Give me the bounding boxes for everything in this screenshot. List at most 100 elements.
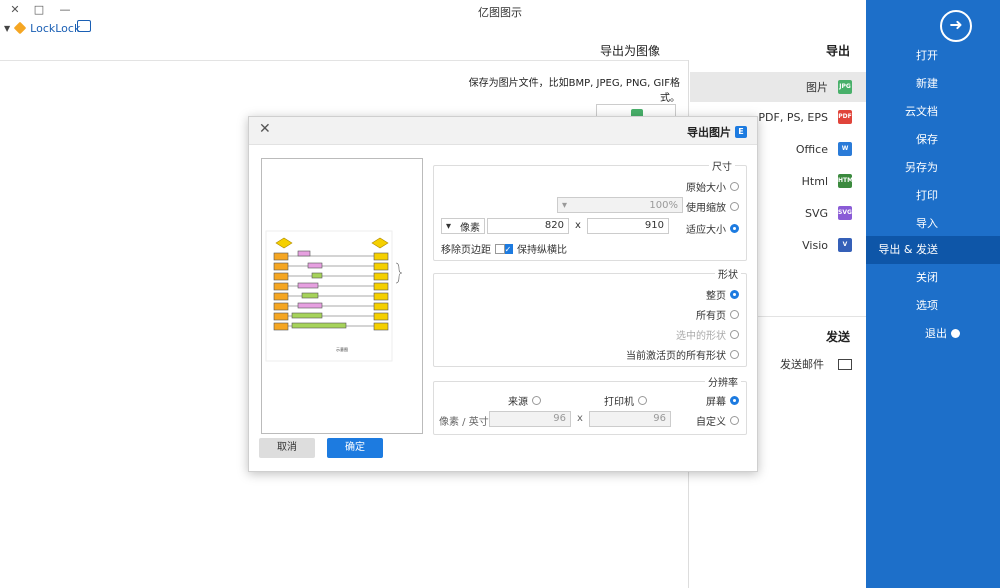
back-arrow-icon[interactable]: ➜: [940, 10, 972, 42]
dpi-unit-label: 像素 / 英寸: [439, 417, 489, 428]
radio-circle: [532, 396, 541, 405]
exit-label: 退出: [925, 327, 947, 340]
radio-screen[interactable]: 屏幕: [689, 393, 739, 408]
close-window-button[interactable]: ✕: [6, 2, 24, 18]
dialog-title: 导出图片 E: [687, 124, 747, 140]
radio-label: 适应大小: [686, 225, 726, 236]
sidebar-item-cloud[interactable]: 云文档: [866, 98, 1000, 126]
radio-fit-size[interactable]: 适应大小: [669, 221, 739, 236]
page-title: 导出为图像: [600, 44, 661, 58]
export-item-label: PDF, PS, EPS: [758, 110, 828, 124]
dialog-header: [249, 117, 757, 145]
radio-label: 当前激活页的所有形状: [626, 351, 726, 362]
radio-circle: [730, 290, 739, 299]
radio-all-pages[interactable]: 所有页: [629, 307, 739, 322]
exit-icon: [951, 329, 960, 338]
feedback-icon[interactable]: [77, 20, 91, 32]
user-menu[interactable]: ▼ LockLock: [4, 20, 80, 36]
sidebar-item-options[interactable]: 选项: [866, 292, 1000, 320]
sidebar-item-export-send[interactable]: 导出 & 发送: [866, 236, 1000, 264]
radio-circle: [730, 350, 739, 359]
export-item-image[interactable]: 图片 JPG: [690, 72, 866, 102]
keep-ratio-checkbox[interactable]: ✓ 保持纵横比: [503, 241, 567, 256]
radio-circle: [730, 310, 739, 319]
radio-custom[interactable]: 自定义: [689, 413, 739, 428]
minimize-window-button[interactable]: —: [56, 2, 74, 18]
sidebar-item-print[interactable]: 打印: [866, 182, 1000, 210]
radio-printer[interactable]: 打印机: [587, 393, 647, 408]
sidebar-item-close[interactable]: 关闭: [866, 264, 1000, 292]
sidebar-item-open[interactable]: 打开: [866, 42, 1000, 70]
zoom-value: 100%: [649, 199, 678, 211]
page-description: 保存为图片文件，比如BMP, JPEG, PNG, GIF格式。: [468, 78, 680, 104]
sidebar-item-import[interactable]: 导入: [866, 210, 1000, 238]
width-input[interactable]: 910: [587, 218, 669, 234]
export-item-label: Office: [795, 142, 828, 156]
cancel-button[interactable]: 取消: [259, 438, 315, 458]
ok-button[interactable]: 确定: [327, 438, 383, 458]
radio-circle: [638, 396, 647, 405]
export-item-label: Html: [801, 174, 828, 188]
radio-circle: [730, 182, 739, 191]
height-input[interactable]: 820: [487, 218, 569, 234]
export-image-dialog: ✕ 导出图片 E 示意图 尺寸 原始大小 使用缩放 ▾ 100% 适应大小 91…: [248, 116, 758, 472]
svg-file-icon: SVG: [838, 206, 852, 220]
radio-circle: [730, 224, 739, 233]
preview-caption: 示意图: [336, 346, 348, 352]
export-preview: 示意图: [261, 158, 423, 434]
sidebar-item-exit[interactable]: 退出: [866, 320, 1000, 348]
unit-value: 像素: [460, 222, 480, 234]
checkbox-box: [495, 243, 505, 254]
sidebar-item-new[interactable]: 新建: [866, 70, 1000, 98]
dialog-title-text: 导出图片: [687, 126, 731, 139]
visio-file-icon: V: [838, 238, 852, 252]
radio-circle: [730, 330, 739, 339]
radio-selected-shapes[interactable]: 选中的形状: [629, 327, 739, 342]
vip-badge-icon: [13, 21, 27, 35]
radio-circle: [730, 202, 739, 211]
radio-current-page-shapes[interactable]: 当前激活页的所有形状: [579, 347, 739, 362]
dpi-times-label: x: [577, 413, 583, 424]
sidebar-item-save[interactable]: 保存: [866, 126, 1000, 154]
radio-label: 自定义: [696, 417, 726, 428]
jpg-file-icon: JPG: [838, 80, 852, 94]
chevron-down-icon: ▾: [562, 199, 568, 211]
export-item-label: 图片: [806, 81, 828, 94]
send-email-label: 发送邮件: [780, 358, 824, 371]
preview-diagram: 示意图: [265, 230, 403, 362]
remove-margin-checkbox[interactable]: 移除页边距: [441, 241, 505, 256]
radio-label: 屏幕: [706, 397, 726, 408]
checkbox-label: 移除页边距: [441, 245, 491, 256]
checkbox-label: 保持纵横比: [517, 245, 567, 256]
size-times-label: x: [575, 220, 581, 231]
pdf-file-icon: PDF: [838, 110, 852, 124]
shape-group-title: 形状: [715, 266, 741, 281]
radio-whole-page[interactable]: 整页: [629, 287, 739, 302]
radio-source[interactable]: 来源: [491, 393, 541, 408]
close-icon[interactable]: ✕: [259, 121, 271, 137]
app-logo-icon: E: [735, 126, 747, 138]
chevron-down-icon: ▼: [4, 23, 11, 33]
radio-label: 原始大小: [686, 183, 726, 194]
radio-circle: [730, 416, 739, 425]
export-item-label: SVG: [804, 206, 828, 220]
radio-label: 打印机: [604, 397, 634, 408]
radio-label: 整页: [706, 291, 726, 302]
send-header: 发送: [826, 330, 851, 344]
maximize-window-button[interactable]: □: [30, 2, 48, 18]
mail-icon: [838, 358, 852, 370]
unit-select[interactable]: ▾ 像素: [441, 218, 485, 234]
radio-label: 所有页: [696, 311, 726, 322]
zoom-select[interactable]: ▾ 100%: [557, 197, 683, 213]
radio-original-size[interactable]: 原始大小: [629, 179, 739, 194]
dpi-y-input[interactable]: 96: [489, 411, 571, 427]
dpi-x-input[interactable]: 96: [589, 411, 671, 427]
size-group-title: 尺寸: [709, 158, 735, 173]
html-file-icon: HTML: [838, 174, 857, 188]
radio-label: 使用缩放: [686, 203, 726, 214]
export-header: 导出: [826, 44, 851, 58]
resolution-group-title: 分辨率: [705, 374, 741, 389]
user-name: LockLock: [30, 21, 81, 35]
word-file-icon: W: [838, 142, 852, 156]
sidebar-item-save-as[interactable]: 另存为: [866, 154, 1000, 182]
